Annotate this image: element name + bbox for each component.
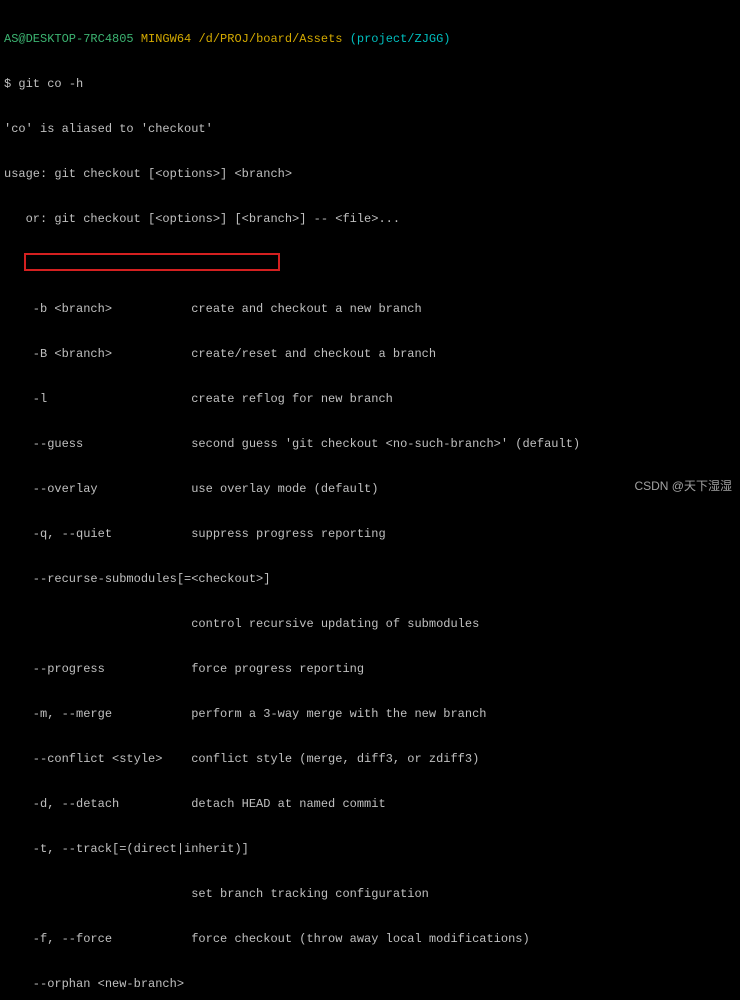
output-opt-track2: set branch tracking configuration: [4, 887, 736, 902]
prompt-user-host: AS@DESKTOP-7RC4805: [4, 32, 134, 46]
output-opt-guess: --guess second guess 'git checkout <no-s…: [4, 437, 736, 452]
output-opt-l: -l create reflog for new branch: [4, 392, 736, 407]
prompt-path: /d/PROJ/board/Assets: [198, 32, 342, 46]
terminal-window[interactable]: AS@DESKTOP-7RC4805 MINGW64 /d/PROJ/board…: [0, 0, 740, 1000]
output-opt-quiet: -q, --quiet suppress progress reporting: [4, 527, 736, 542]
output-usage1: usage: git checkout [<options>] <branch>: [4, 167, 736, 182]
output-opt-overlay: --overlay use overlay mode (default): [4, 482, 736, 497]
typed-command: git co -h: [18, 77, 83, 91]
output-opt-merge: -m, --merge perform a 3-way merge with t…: [4, 707, 736, 722]
output-blank: [4, 257, 736, 272]
output-opt-conflict: --conflict <style> conflict style (merge…: [4, 752, 736, 767]
output-opt-recurse: --recurse-submodules[=<checkout>]: [4, 572, 736, 587]
output-opt-detach: -d, --detach detach HEAD at named commit: [4, 797, 736, 812]
output-opt-track: -t, --track[=(direct|inherit)]: [4, 842, 736, 857]
output-opt-b: -b <branch> create and checkout a new br…: [4, 302, 736, 317]
output-opt-B: -B <branch> create/reset and checkout a …: [4, 347, 736, 362]
output-usage2: or: git checkout [<options>] [<branch>] …: [4, 212, 736, 227]
prompt-shell: MINGW64: [141, 32, 191, 46]
prompt-branch: (project/ZJGG): [350, 32, 451, 46]
output-alias: 'co' is aliased to 'checkout': [4, 122, 736, 137]
command-line: $ git co -h: [4, 77, 736, 92]
output-opt-progress: --progress force progress reporting: [4, 662, 736, 677]
output-opt-orphan: --orphan <new-branch>: [4, 977, 736, 992]
watermark-text: CSDN @天下湿湿: [634, 479, 732, 494]
prompt-line: AS@DESKTOP-7RC4805 MINGW64 /d/PROJ/board…: [4, 32, 736, 47]
prompt-symbol: $: [4, 77, 11, 91]
output-opt-recurse2: control recursive updating of submodules: [4, 617, 736, 632]
output-opt-force: -f, --force force checkout (throw away l…: [4, 932, 736, 947]
